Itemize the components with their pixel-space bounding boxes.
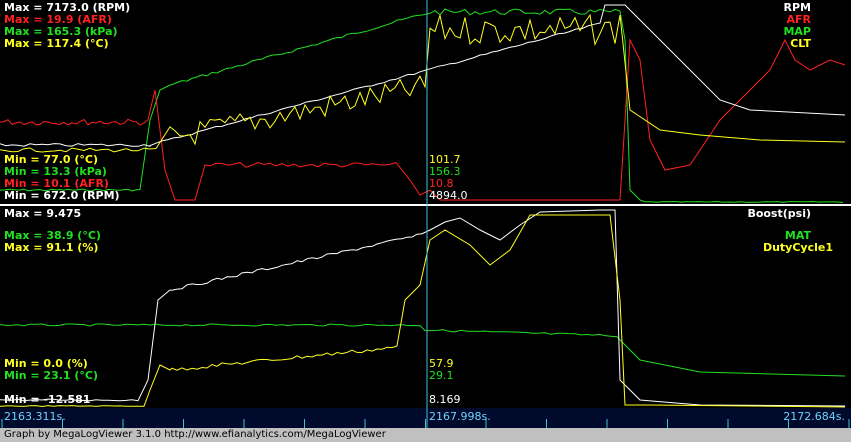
log-graph[interactable]: [0, 0, 851, 442]
timeline-cursor: 2167.998s.: [429, 410, 491, 423]
map-trace: [0, 8, 844, 203]
max-boost-label: Max = 9.475: [4, 207, 82, 220]
boost-trace: [0, 209, 846, 407]
afr-trace: [0, 38, 846, 201]
min-boost-label: Min = -12.581: [4, 393, 91, 406]
duty-trace: [0, 214, 846, 408]
footer-credit: Graph by MegaLogViewer 3.1.0 http://www.…: [0, 428, 851, 442]
timeline-end: 2172.684s.: [783, 410, 845, 423]
cursor-mat-value: 29.1: [429, 369, 454, 382]
legend-dutycycle[interactable]: DutyCycle1: [763, 242, 833, 254]
min-rpm-label: Min = 672.0 (RPM): [4, 189, 120, 202]
cursor-rpm-value: 4894.0: [429, 189, 468, 202]
min-mat-label: Min = 23.1 (°C): [4, 369, 99, 382]
max-clt-label: Max = 117.4 (°C): [4, 37, 109, 50]
mat-trace: [0, 323, 846, 377]
rpm-trace: [0, 4, 846, 147]
legend-clt[interactable]: CLT: [790, 38, 811, 50]
max-duty-label: Max = 91.1 (%): [4, 241, 99, 254]
clt-trace: [0, 13, 846, 153]
legend-boost[interactable]: Boost(psi): [747, 208, 811, 220]
timeline-start: 2163.311s.: [4, 410, 66, 423]
cursor-boost-value: 8.169: [429, 393, 461, 406]
